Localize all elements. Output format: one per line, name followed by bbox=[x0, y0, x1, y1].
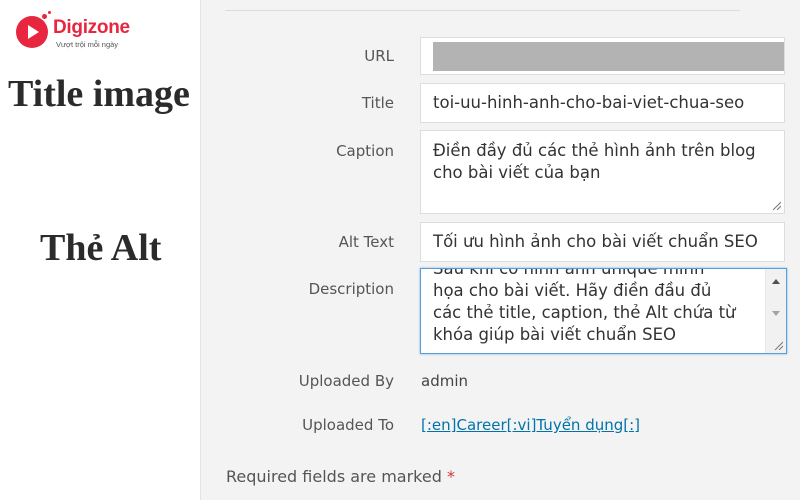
alt-text-input[interactable]: Tối ưu hình ảnh cho bài viết chuẩn SEO bbox=[420, 222, 785, 262]
caption-line: Điền đầy đủ các thẻ hình ảnh trên blog bbox=[433, 141, 756, 160]
description-line: Sau khi có hình ảnh unique minh bbox=[433, 268, 705, 278]
caption-label: Caption bbox=[336, 142, 394, 160]
logo-tagline: Vượt trội mỗi ngày bbox=[56, 40, 119, 49]
title-label: Title bbox=[361, 94, 394, 112]
url-value-redacted bbox=[433, 42, 784, 71]
description-line: khóa giúp bài viết chuẩn SEO bbox=[433, 325, 677, 344]
scroll-up-icon[interactable] bbox=[772, 279, 780, 284]
digizone-logo: Digizone Vượt trội mỗi ngày bbox=[16, 11, 156, 54]
required-star: * bbox=[446, 467, 455, 486]
uploaded-to-link[interactable]: [:en]Career[:vi]Tuyển dụng[:] bbox=[421, 416, 640, 434]
logo-dot-icon bbox=[42, 14, 47, 19]
description-text: Sau khi có hình ảnh unique minh họa cho … bbox=[433, 268, 753, 346]
logo-name: Digizone bbox=[53, 17, 130, 38]
caption-textarea[interactable]: Điền đầy đủ các thẻ hình ảnh trên blog c… bbox=[420, 130, 785, 214]
description-textarea[interactable]: Sau khi có hình ảnh unique minh họa cho … bbox=[420, 268, 787, 354]
uploaded-to-label: Uploaded To bbox=[302, 416, 394, 434]
description-label: Description bbox=[308, 280, 394, 298]
divider bbox=[225, 10, 740, 11]
resize-grip-icon[interactable] bbox=[774, 341, 783, 350]
annotation-alt-tag: Thẻ Alt bbox=[40, 227, 162, 269]
description-line: họa cho bài viết. Hãy điền đầu đủ bbox=[433, 281, 712, 300]
annotation-title-image: Title image bbox=[8, 73, 190, 115]
required-fields-note: Required fields are marked * bbox=[226, 467, 455, 486]
logo-dot-icon bbox=[48, 11, 51, 14]
uploaded-by-value: admin bbox=[421, 372, 468, 390]
required-note-text: Required fields are marked bbox=[226, 467, 442, 486]
url-field[interactable] bbox=[420, 37, 785, 75]
resize-grip-icon[interactable] bbox=[772, 201, 781, 210]
caption-line: cho bài viết của bạn bbox=[433, 163, 601, 182]
description-line: các thẻ title, caption, thẻ Alt chứa từ bbox=[433, 303, 736, 322]
url-label: URL bbox=[364, 47, 394, 65]
alt-text-label: Alt Text bbox=[338, 233, 394, 251]
scroll-down-icon[interactable] bbox=[772, 311, 780, 316]
uploaded-by-label: Uploaded By bbox=[298, 372, 394, 390]
play-logo-icon bbox=[16, 16, 48, 48]
title-input[interactable]: toi-uu-hinh-anh-cho-bai-viet-chua-seo bbox=[420, 83, 785, 123]
